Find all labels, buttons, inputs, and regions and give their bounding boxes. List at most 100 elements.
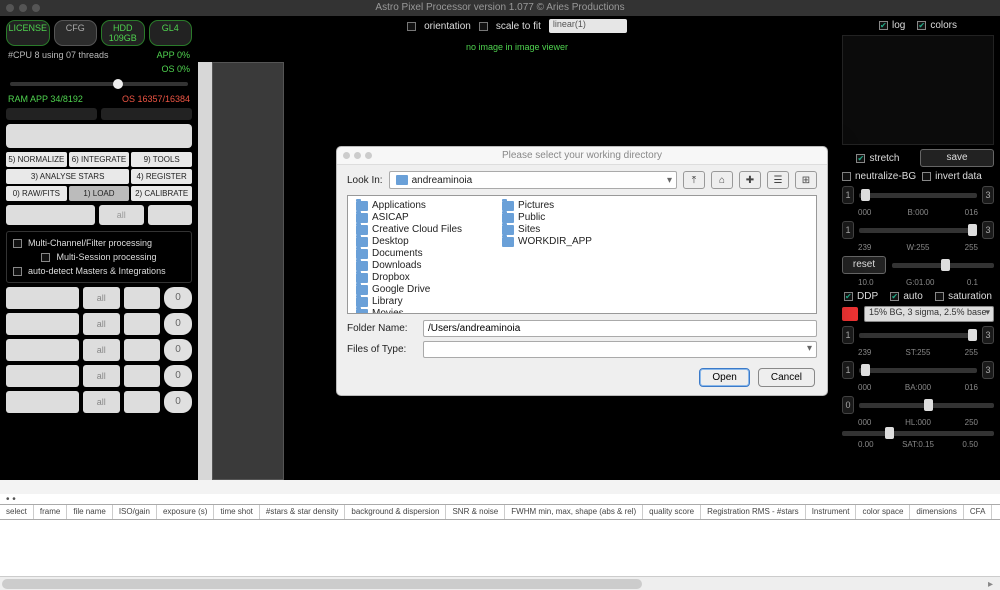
gridbtn-r4-all[interactable]: all [83, 365, 120, 387]
detail-view-button[interactable]: ⊞ [795, 171, 817, 189]
lights-all-button[interactable]: all [99, 205, 144, 225]
window-mac-controls[interactable] [6, 4, 40, 12]
slider-ba[interactable] [859, 368, 977, 373]
step-9-tools[interactable]: 9) TOOLS [131, 152, 192, 167]
cancel-button[interactable]: Cancel [758, 368, 815, 387]
gridbtn-r1-c[interactable] [124, 287, 161, 309]
table-column-header[interactable]: Instrument [806, 505, 857, 519]
table-column-header[interactable]: time shot [214, 505, 259, 519]
gridbtn-r4-a[interactable] [6, 365, 79, 387]
gridbtn-r5-all[interactable]: all [83, 391, 120, 413]
folder-item[interactable]: Pictures [502, 200, 592, 211]
folder-item[interactable]: Library [356, 296, 462, 307]
folder-item[interactable]: WORKDIR_APP [502, 236, 592, 247]
list-view-button[interactable]: ☰ [767, 171, 789, 189]
step-2-calibrate[interactable]: 2) CALIBRATE [131, 186, 192, 201]
slider-g[interactable] [892, 263, 994, 268]
slider-ba-min[interactable]: 1 [842, 361, 854, 379]
scale-checkbox[interactable] [479, 22, 488, 31]
table-column-header[interactable]: ISO/gain [113, 505, 157, 519]
autodetect-checkbox[interactable] [13, 267, 22, 276]
step-3-analyse-stars[interactable]: 3) ANALYSE STARS [6, 169, 129, 184]
gridbtn-r2-a[interactable] [6, 313, 79, 335]
load-lights-button[interactable] [6, 205, 95, 225]
gridbtn-r1-all[interactable]: all [83, 287, 120, 309]
file-type-combo[interactable] [423, 341, 817, 358]
step-6-integrate[interactable]: 6) INTEGRATE [69, 152, 130, 167]
stretch-preset-combo[interactable]: 15% BG, 3 sigma, 2.5% base [864, 306, 994, 322]
reset-button[interactable]: reset [842, 256, 886, 274]
gridbtn-r2-all[interactable]: all [83, 313, 120, 335]
folder-item[interactable]: Creative Cloud Files [356, 224, 462, 235]
hdd-pill[interactable]: HDD 109GB [101, 20, 145, 46]
dialog-mac-controls[interactable] [343, 152, 372, 159]
gridbtn-r3-all[interactable]: all [83, 339, 120, 361]
folder-item[interactable]: Desktop [356, 236, 462, 247]
horizontal-scrollbar[interactable]: ▸ [0, 576, 1000, 590]
folder-name-input[interactable] [423, 320, 817, 337]
table-column-header[interactable]: frame [34, 505, 67, 519]
cfg-pill[interactable]: CFG [54, 20, 98, 46]
table-column-header[interactable]: #stars & star density [260, 505, 345, 519]
slider-st[interactable] [859, 333, 977, 338]
threads-slider[interactable] [10, 82, 188, 86]
slider-b[interactable] [859, 193, 977, 198]
set-work-directory-button[interactable] [6, 124, 192, 148]
gridbtn-r3-c[interactable] [124, 339, 161, 361]
table-column-header[interactable]: CFA [964, 505, 993, 519]
folder-item[interactable]: Downloads [356, 260, 462, 271]
folder-item[interactable]: ASICAP [356, 212, 462, 223]
neutralize-checkbox[interactable] [842, 172, 851, 181]
auto-checkbox[interactable] [890, 292, 899, 301]
step-4-register[interactable]: 4) REGISTER [131, 169, 192, 184]
slider-w[interactable] [859, 228, 977, 233]
folder-item[interactable]: Applications [356, 200, 462, 211]
slider-st-min[interactable]: 1 [842, 326, 854, 344]
table-column-header[interactable]: color space [856, 505, 910, 519]
orientation-checkbox[interactable] [407, 22, 416, 31]
folder-item[interactable]: Documents [356, 248, 462, 259]
table-column-header[interactable]: background & dispersion [345, 505, 446, 519]
panel-handle[interactable]: • • [0, 494, 1000, 504]
table-column-header[interactable]: FWHM min, max, shape (abs & rel) [505, 505, 643, 519]
table-column-header[interactable]: dimensions [910, 505, 963, 519]
slider-st-max[interactable]: 3 [982, 326, 994, 344]
step-5-normalize[interactable]: 5) NORMALIZE [6, 152, 67, 167]
stretch-combo[interactable]: linear(1) [549, 19, 627, 33]
slider-b-max[interactable]: 3 [982, 186, 994, 204]
step-0-rawfits[interactable]: 0) RAW/FITS [6, 186, 67, 201]
step-1-load[interactable]: 1) LOAD [69, 186, 130, 201]
folder-item[interactable]: Google Drive [356, 284, 462, 295]
open-button[interactable]: Open [699, 368, 749, 387]
multisession-checkbox[interactable] [41, 253, 50, 262]
folder-item[interactable]: Public [502, 212, 592, 223]
gridbtn-r5-a[interactable] [6, 391, 79, 413]
stretch-checkbox[interactable] [856, 154, 865, 163]
table-column-header[interactable]: file name [67, 505, 112, 519]
table-column-header[interactable]: SNR & noise [446, 505, 505, 519]
slider-w-max[interactable]: 3 [982, 221, 994, 239]
up-folder-button[interactable]: ⤒ [683, 171, 705, 189]
table-column-header[interactable]: exposure (s) [157, 505, 214, 519]
table-column-header[interactable]: Registration RMS - #stars [701, 505, 806, 519]
slider-ba-max[interactable]: 3 [982, 361, 994, 379]
gridbtn-r4-c[interactable] [124, 365, 161, 387]
gridbtn-r1-a[interactable] [6, 287, 79, 309]
gridbtn-r2-c[interactable] [124, 313, 161, 335]
slider-w-min[interactable]: 1 [842, 221, 854, 239]
multichannel-checkbox[interactable] [13, 239, 22, 248]
lights-clear-button[interactable] [148, 205, 193, 225]
home-button[interactable]: ⌂ [711, 171, 733, 189]
thumbs-scrollbar[interactable] [198, 62, 212, 480]
ddp-checkbox[interactable] [844, 292, 853, 301]
file-list-area[interactable]: ApplicationsASICAPCreative Cloud FilesDe… [347, 195, 817, 314]
gl4-pill[interactable]: GL4 [149, 20, 193, 46]
colors-checkbox[interactable] [917, 21, 926, 30]
gridbtn-r5-c[interactable] [124, 391, 161, 413]
table-column-header[interactable]: select [0, 505, 34, 519]
slider-hl[interactable] [859, 403, 994, 408]
table-column-header[interactable]: quality score [643, 505, 701, 519]
saturation-checkbox[interactable] [935, 292, 944, 301]
new-folder-button[interactable]: ✚ [739, 171, 761, 189]
license-pill[interactable]: LICENSE [6, 20, 50, 46]
